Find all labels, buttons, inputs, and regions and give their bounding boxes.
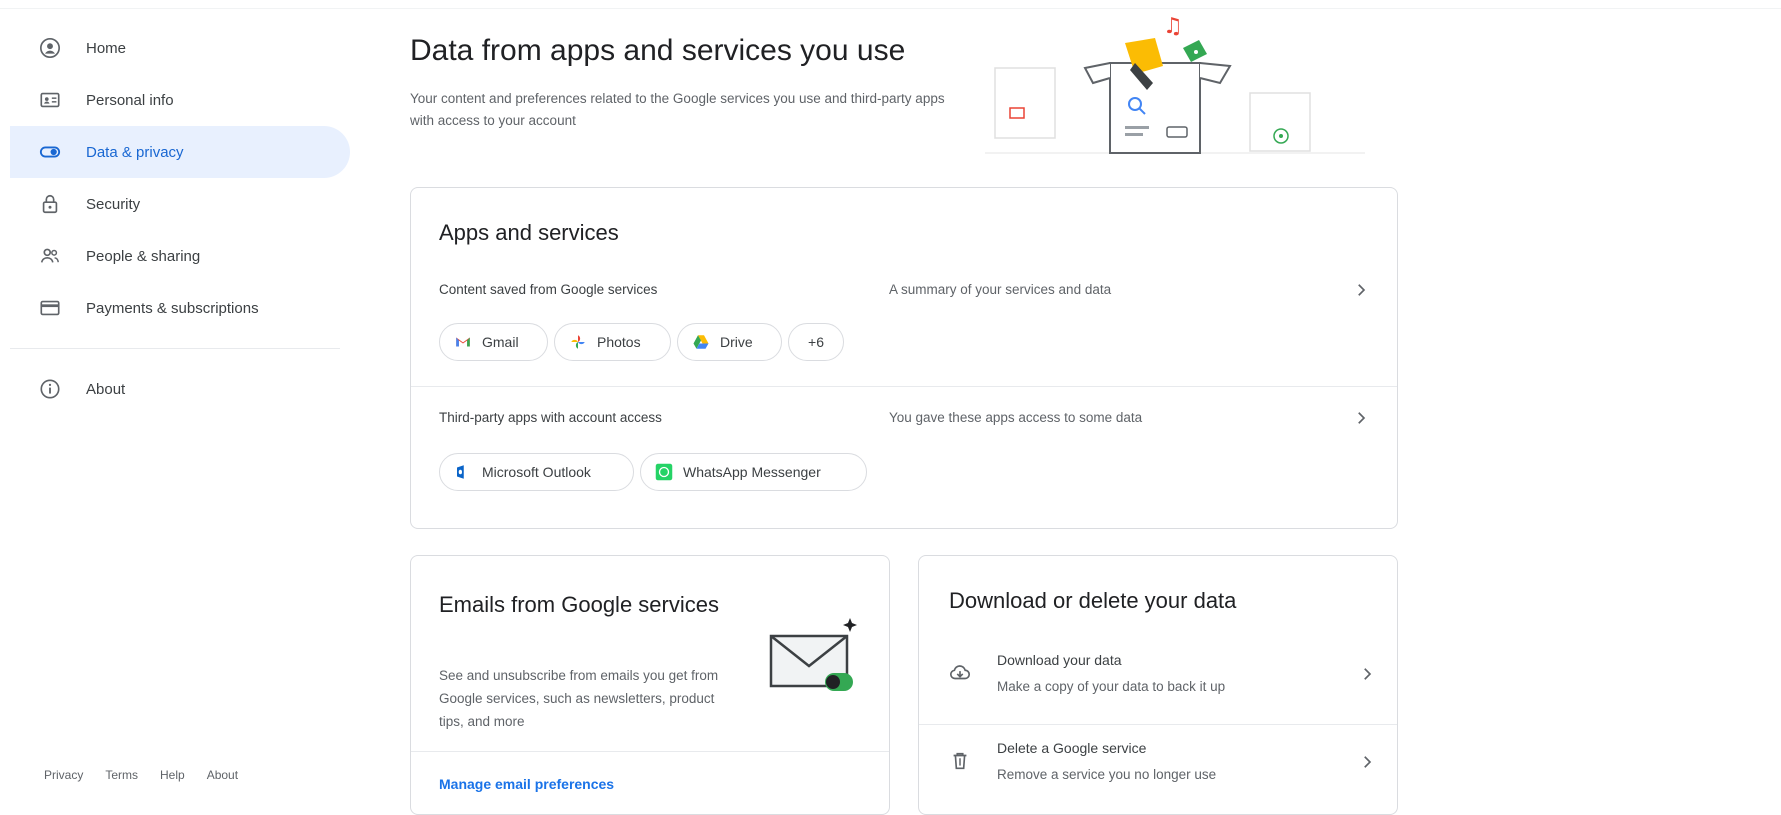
third-party-label: Third-party apps with account access	[439, 410, 662, 425]
chip-label: Photos	[597, 334, 641, 350]
sidebar-item-label: Payments & subscriptions	[86, 299, 259, 317]
person-card-icon	[38, 88, 62, 112]
delete-service-label: Delete a Google service	[997, 740, 1147, 756]
emails-card-title: Emails from Google services	[439, 592, 719, 617]
chip-microsoft-outlook[interactable]: Microsoft Outlook	[439, 453, 634, 491]
chip-more-services[interactable]: +6	[788, 323, 844, 361]
download-data-description: Make a copy of your data to back it up	[997, 679, 1226, 694]
footer-help-link[interactable]: Help	[160, 768, 185, 782]
sidebar-item-personal-info[interactable]: Personal info	[0, 74, 340, 126]
download-data-chevron-icon[interactable]	[1355, 662, 1379, 686]
sidebar-item-payments[interactable]: Payments & subscriptions	[0, 282, 340, 334]
sidebar-item-label: Home	[86, 39, 127, 57]
sidebar-item-home[interactable]: Home	[0, 22, 340, 74]
emails-card-description: See and unsubscribe from emails you get …	[439, 668, 719, 729]
download-data-row[interactable]: Download your data Make a copy of your d…	[919, 636, 1397, 716]
chip-drive[interactable]: Drive	[677, 323, 782, 361]
top-bar-edge	[0, 0, 1781, 9]
sidebar-item-label: People & sharing	[86, 247, 201, 265]
apps-card-title: Apps and services	[439, 220, 619, 245]
google-services-chevron-icon[interactable]	[1349, 278, 1373, 302]
drive-icon	[692, 333, 710, 351]
chip-label: WhatsApp Messenger	[683, 464, 821, 480]
chip-photos[interactable]: Photos	[554, 323, 671, 361]
sidebar-nav: Home Personal info Data & privacy Securi…	[0, 22, 350, 415]
sidebar-item-label: About	[86, 380, 126, 398]
download-data-label: Download your data	[997, 652, 1122, 668]
emails-card-divider	[411, 751, 889, 752]
outlook-icon	[454, 463, 472, 481]
chip-gmail[interactable]: Gmail	[439, 323, 548, 361]
toggle-icon	[38, 140, 62, 164]
sidebar-item-about[interactable]: About	[0, 363, 340, 415]
google-services-label: Content saved from Google services	[439, 282, 658, 297]
lock-icon	[38, 192, 62, 216]
third-party-chevron-icon[interactable]	[1349, 406, 1373, 430]
chip-label: Microsoft Outlook	[482, 464, 591, 480]
delete-service-description: Remove a service you no longer use	[997, 767, 1217, 782]
chip-label: +6	[808, 334, 824, 350]
page-title: Data from apps and services you use	[410, 34, 906, 67]
home-icon	[38, 36, 62, 60]
manage-email-preferences-link[interactable]: Manage email preferences	[439, 776, 614, 792]
cloud-download-icon	[950, 665, 971, 680]
delete-service-row[interactable]: Delete a Google service Remove a service…	[919, 724, 1397, 804]
chip-label: Gmail	[482, 334, 519, 350]
sidebar-item-people-sharing[interactable]: People & sharing	[0, 230, 340, 282]
credit-card-icon	[38, 296, 62, 320]
page-subtitle: Your content and preferences related to …	[410, 91, 945, 128]
delete-service-chevron-icon[interactable]	[1355, 750, 1379, 774]
third-party-description: You gave these apps access to some data	[889, 410, 1143, 425]
chip-whatsapp[interactable]: WhatsApp Messenger	[640, 453, 867, 491]
photos-icon	[569, 333, 587, 351]
download-card-title: Download or delete your data	[949, 588, 1237, 613]
people-icon	[38, 244, 62, 268]
trash-icon	[953, 752, 967, 770]
gmail-icon	[454, 333, 472, 351]
sidebar-item-label: Security	[86, 195, 141, 213]
info-icon	[38, 377, 62, 401]
emails-card: Emails from Google services See and unsu…	[410, 555, 890, 815]
sidebar-item-label: Data & privacy	[86, 143, 184, 161]
apps-row-divider	[411, 386, 1397, 387]
envelope-illustration	[769, 618, 857, 691]
download-delete-card: Download or delete your data Download yo…	[918, 555, 1398, 815]
sidebar-item-data-privacy[interactable]: Data & privacy	[10, 126, 350, 178]
sidebar-divider	[10, 348, 340, 349]
footer-privacy-link[interactable]: Privacy	[44, 768, 83, 782]
svg-text:♫: ♫	[1163, 14, 1183, 39]
footer-terms-link[interactable]: Terms	[105, 768, 138, 782]
data-box-illustration: ♫	[985, 14, 1365, 154]
google-services-description: A summary of your services and data	[889, 282, 1112, 297]
whatsapp-icon	[655, 463, 673, 481]
footer-links: Privacy Terms Help About	[44, 768, 238, 782]
apps-services-card: Apps and services Content saved from Goo…	[410, 187, 1398, 529]
sidebar-item-security[interactable]: Security	[0, 178, 340, 230]
footer-about-link[interactable]: About	[207, 768, 238, 782]
sidebar-item-label: Personal info	[86, 91, 174, 109]
chip-label: Drive	[720, 334, 753, 350]
